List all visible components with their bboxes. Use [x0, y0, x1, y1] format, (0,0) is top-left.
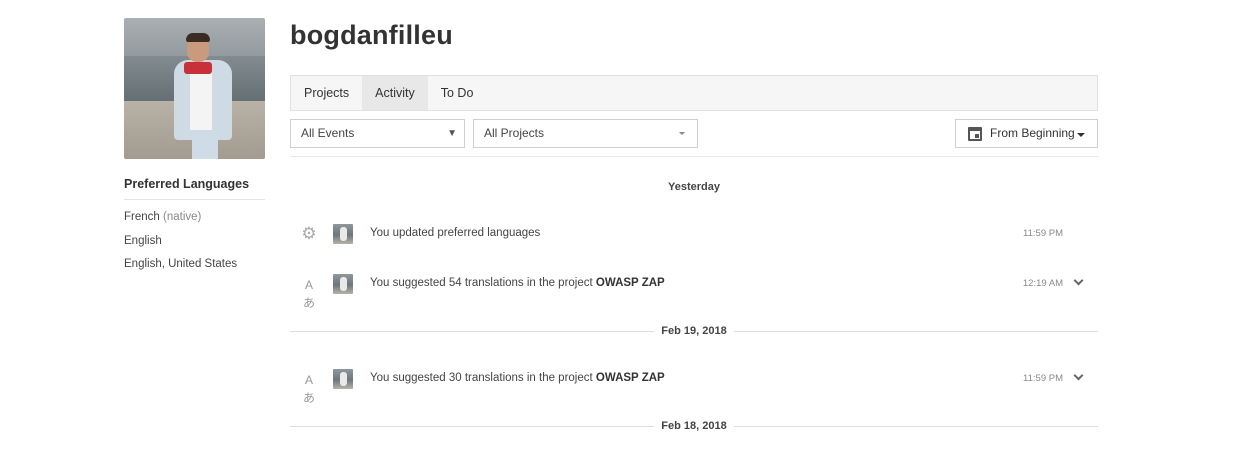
- events-filter-select[interactable]: All Events ▼: [290, 119, 465, 148]
- language-item: French (native): [124, 206, 265, 230]
- activity-event-text: You updated preferred languages: [370, 227, 541, 239]
- activity-filters: All Events ▼ All Projects From Beginning: [290, 119, 1098, 148]
- tab-projects[interactable]: Projects: [291, 76, 362, 110]
- activity-event: Aあ You suggested 30 translations in the …: [290, 367, 1098, 405]
- languages-list: French (native) English English, United …: [124, 206, 265, 277]
- tab-activity[interactable]: Activity: [362, 76, 428, 110]
- profile-avatar: [124, 18, 265, 159]
- activity-date-header: Yesterday: [290, 181, 1098, 193]
- profile-tabs: Projects Activity To Do: [290, 75, 1098, 111]
- translate-icon: Aあ: [302, 373, 315, 405]
- language-item: English, United States: [124, 253, 265, 277]
- divider: [290, 156, 1098, 157]
- tab-todo[interactable]: To Do: [428, 76, 487, 110]
- date-range-label: From Beginning: [990, 126, 1075, 140]
- events-filter-value: All Events: [301, 126, 355, 140]
- projects-filter-value: All Projects: [484, 126, 545, 140]
- activity-event-text: You suggested 54 translations in the pro…: [370, 277, 665, 289]
- activity-date-header: Feb 18, 2018: [290, 420, 1098, 432]
- activity-event-time: 11:59 PM: [1023, 228, 1063, 239]
- activity-event: ⚙ You updated preferred languages 11:59 …: [290, 222, 1098, 246]
- gear-icon: ⚙: [301, 224, 317, 243]
- caret-down-icon: [679, 132, 685, 135]
- chevron-down-icon[interactable]: [1074, 371, 1084, 381]
- language-name: French: [124, 211, 160, 223]
- language-item: English: [124, 230, 265, 254]
- language-name: English, United States: [124, 258, 238, 270]
- date-range-button[interactable]: From Beginning: [955, 119, 1098, 148]
- caret-down-icon: [1077, 133, 1085, 137]
- project-link[interactable]: OWASP ZAP: [596, 372, 665, 384]
- calendar-icon: [968, 127, 982, 141]
- profile-sidebar: Preferred Languages French (native) Engl…: [124, 18, 265, 277]
- translate-icon: Aあ: [302, 278, 315, 310]
- language-native-note: (native): [163, 211, 202, 223]
- chevron-down-icon[interactable]: [1074, 276, 1084, 286]
- activity-event-text: You suggested 30 translations in the pro…: [370, 372, 665, 384]
- avatar: [333, 369, 353, 389]
- date-header-label: Feb 18, 2018: [654, 420, 734, 432]
- projects-filter-select[interactable]: All Projects: [473, 119, 698, 148]
- date-header-label: Feb 19, 2018: [654, 325, 734, 337]
- activity-event-time: 11:59 PM: [1023, 373, 1063, 384]
- date-header-label: Yesterday: [661, 181, 727, 193]
- page-title: bogdanfilleu: [290, 20, 453, 50]
- project-link[interactable]: OWASP ZAP: [596, 277, 665, 289]
- activity-date-header: Feb 19, 2018: [290, 325, 1098, 337]
- caret-down-icon: ▼: [447, 128, 457, 139]
- avatar: [333, 274, 353, 294]
- language-name: English: [124, 234, 162, 247]
- activity-event-time: 12:19 AM: [1022, 278, 1063, 289]
- avatar: [333, 224, 353, 244]
- activity-event: Aあ You suggested 54 translations in the …: [290, 272, 1098, 310]
- preferred-languages-title: Preferred Languages: [124, 177, 265, 200]
